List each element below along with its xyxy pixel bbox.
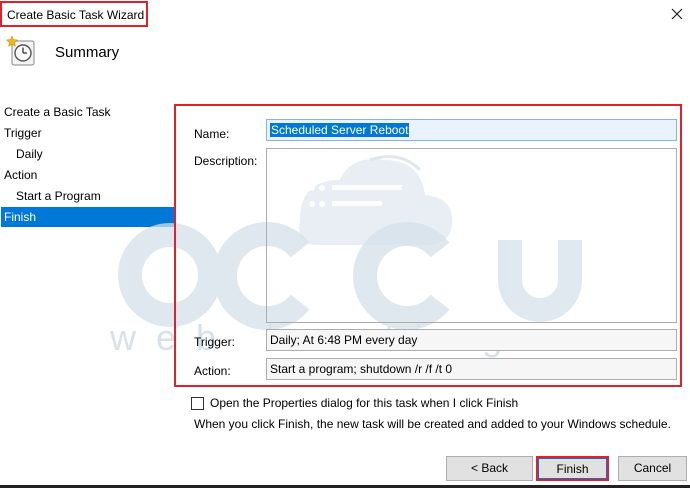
- description-field[interactable]: [266, 148, 677, 323]
- trigger-label: Trigger:: [194, 335, 235, 349]
- close-icon[interactable]: [666, 3, 688, 25]
- nav-item-create-basic-task[interactable]: Create a Basic Task: [4, 102, 111, 122]
- window-title-text: Create Basic Task Wizard: [7, 8, 145, 22]
- description-label: Description:: [194, 154, 258, 168]
- name-label: Name:: [194, 127, 230, 141]
- nav-item-start-a-program[interactable]: Start a Program: [16, 186, 101, 206]
- name-field[interactable]: Scheduled Server Reboot: [266, 119, 677, 141]
- nav-item-daily[interactable]: Daily: [16, 144, 43, 164]
- nav-item-finish[interactable]: Finish: [1, 207, 174, 227]
- trigger-field: Daily; At 6:48 PM every day: [266, 329, 677, 351]
- page-title: Summary: [55, 44, 120, 61]
- scheduled-task-clock-icon: [5, 35, 36, 67]
- open-properties-label[interactable]: Open the Properties dialog for this task…: [210, 396, 518, 410]
- finish-info-text: When you click Finish, the new task will…: [194, 417, 671, 431]
- nav-item-trigger[interactable]: Trigger: [4, 123, 42, 143]
- cancel-button[interactable]: Cancel: [618, 456, 687, 481]
- action-label: Action:: [194, 364, 231, 378]
- back-button[interactable]: < Back: [446, 456, 533, 481]
- window-title: Create Basic Task Wizard: [0, 1, 148, 27]
- open-properties-checkbox[interactable]: [191, 397, 204, 410]
- nav-item-action[interactable]: Action: [4, 165, 37, 185]
- action-field: Start a program; shutdown /r /f /t 0: [266, 358, 677, 380]
- finish-button[interactable]: Finish: [536, 456, 609, 481]
- name-value: Scheduled Server Reboot: [270, 123, 410, 137]
